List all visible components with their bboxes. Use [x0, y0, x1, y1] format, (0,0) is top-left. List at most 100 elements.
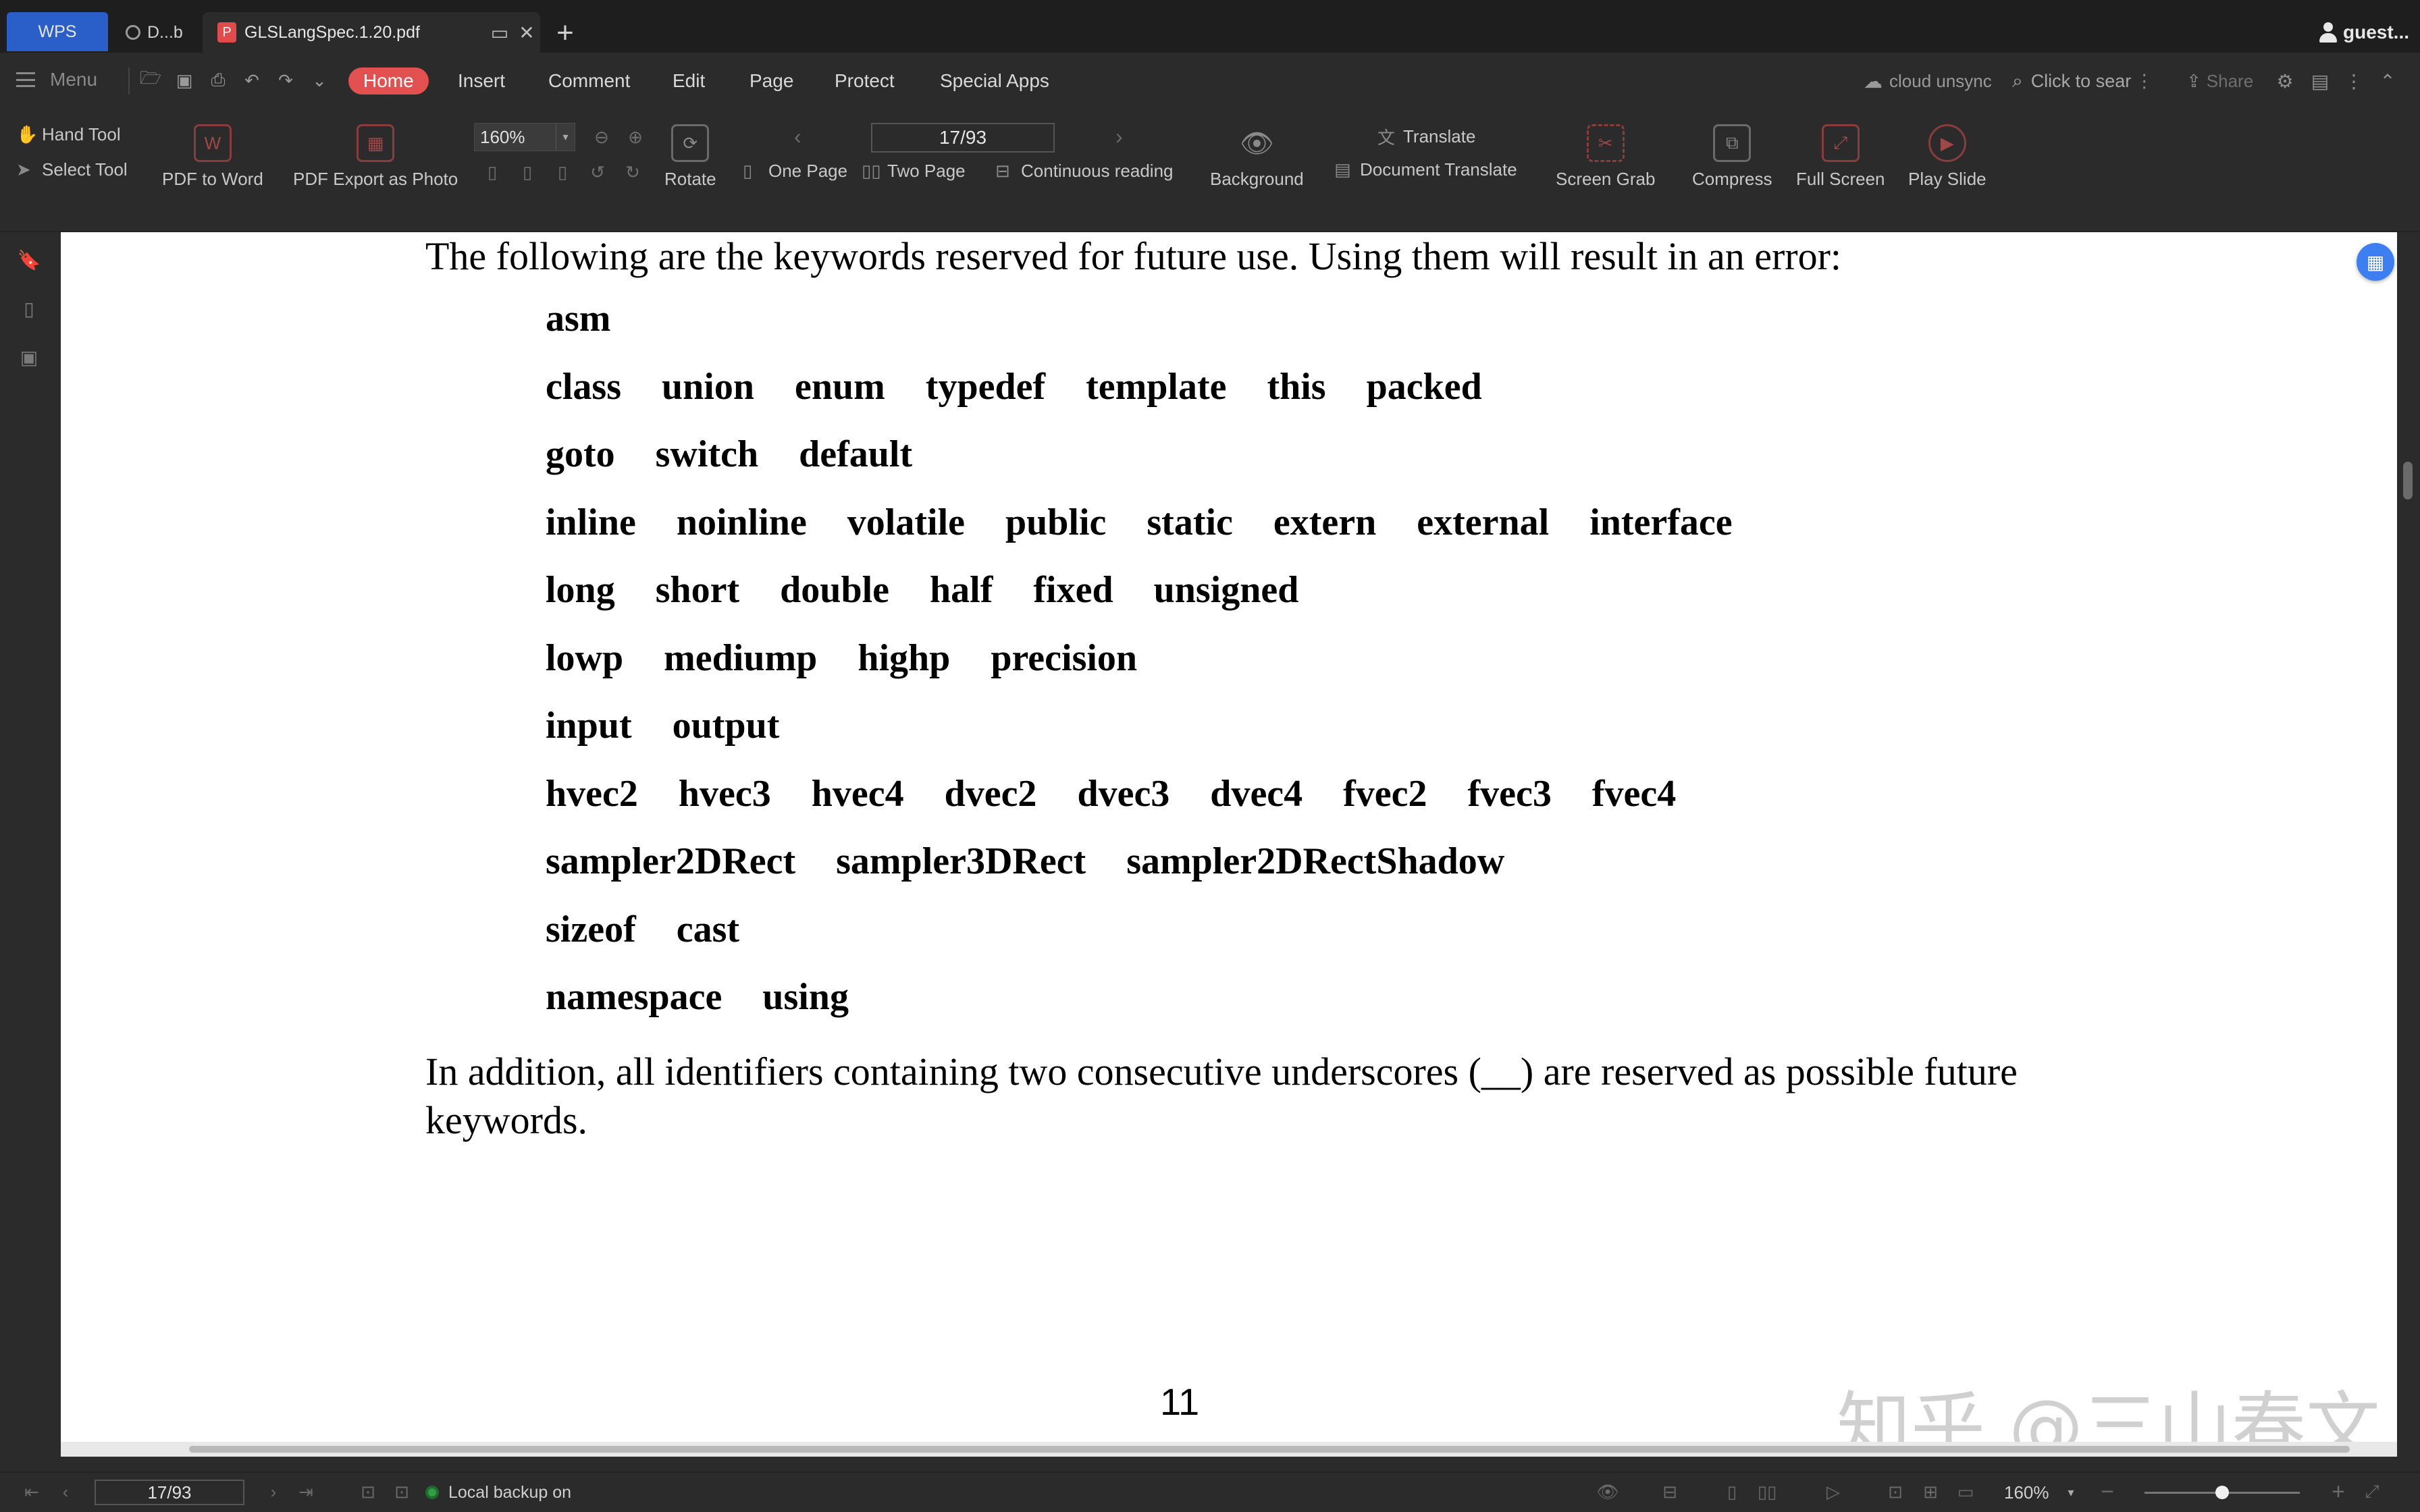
fit-page-icon[interactable]: ⊡	[1884, 1480, 1907, 1504]
save-icon[interactable]: ▣	[173, 69, 196, 92]
tab-document[interactable]: D...b	[115, 12, 199, 53]
reserved-keyword: external	[1417, 502, 1550, 543]
comment-icon[interactable]: ▤	[2307, 68, 2334, 94]
reserved-keyword: extern	[1273, 502, 1377, 543]
single-page-icon[interactable]: ▯	[1720, 1480, 1743, 1504]
select-tool-button[interactable]: ➤ Select Tool	[16, 159, 128, 180]
actual-size-icon[interactable]: ▯	[481, 161, 504, 184]
play-icon[interactable]: ▷	[1822, 1480, 1845, 1504]
redo-icon[interactable]: ↷	[274, 69, 297, 92]
keyword-row: asm	[546, 297, 651, 340]
vertical-scroll-thumb[interactable]	[2403, 462, 2413, 500]
fit-width-icon[interactable]: ⊟	[1658, 1480, 1681, 1504]
more-options-icon[interactable]: ⋮	[2340, 68, 2367, 94]
play-slide-button[interactable]: ▶ Play Slide	[1908, 124, 1987, 190]
pdf-to-word-button[interactable]: W PDF to Word	[162, 124, 263, 190]
keyword-row: hvec2 hvec3 hvec4 dvec2 dvec3 dvec4 fvec2 fvec3…	[546, 772, 1716, 815]
tab-wps-home[interactable]: WPS	[7, 12, 108, 51]
ribbon-tab-insert[interactable]: Insert	[458, 68, 505, 94]
print-icon[interactable]: ⎙	[207, 69, 230, 92]
fit-page-icon[interactable]: ▯	[516, 161, 539, 184]
previous-page-icon[interactable]: ‹	[54, 1480, 77, 1504]
first-page-icon[interactable]: ⇤	[20, 1480, 43, 1504]
zoom-in-icon[interactable]: +	[2327, 1479, 2350, 1505]
screen-grab-button[interactable]: ✂ Screen Grab	[1556, 124, 1655, 190]
close-tab-icon[interactable]: ✕	[513, 19, 540, 46]
zoom-select[interactable]: 160% ▾	[474, 123, 575, 151]
vertical-scrollbar[interactable]	[2397, 232, 2420, 1457]
search-box[interactable]: ⌕ Click to sear ⋮	[2012, 68, 2153, 94]
horizontal-scrollbar[interactable]	[61, 1442, 2397, 1457]
translate-button[interactable]: 文 Translate	[1377, 124, 1475, 149]
fit-width-icon[interactable]: ▯	[551, 161, 574, 184]
import-icon[interactable]: ⊡	[390, 1480, 413, 1504]
user-account-button[interactable]: guest...	[2319, 18, 2409, 47]
zoom-out-icon[interactable]: −	[2096, 1479, 2119, 1505]
eye-protection-icon[interactable]: 👁	[1596, 1480, 1619, 1504]
ribbon-tab-special-apps[interactable]: Special Apps	[940, 68, 1049, 94]
thumbnails-icon[interactable]: ▯	[18, 296, 41, 321]
attachments-icon[interactable]: ▣	[18, 344, 41, 370]
last-page-icon[interactable]: ⇥	[294, 1480, 317, 1504]
reserved-keyword: sampler2DRectShadow	[1126, 840, 1505, 882]
zoom-slider-knob[interactable]	[2215, 1486, 2229, 1499]
reserved-keyword: fvec2	[1343, 773, 1427, 815]
reserved-keyword: typedef	[925, 366, 1046, 408]
zoom-out-icon[interactable]: ⊖	[590, 126, 613, 148]
next-page-icon[interactable]: ›	[1115, 124, 1123, 149]
zoom-slider[interactable]	[2145, 1486, 2300, 1499]
one-page-icon: ▯	[743, 161, 753, 181]
bookmark-icon[interactable]: 🔖	[18, 247, 41, 273]
open-folder-icon[interactable]: 🗁	[139, 68, 162, 92]
rotate-left-icon[interactable]: ↺	[586, 161, 609, 184]
ribbon-tab-protect[interactable]: Protect	[835, 68, 895, 94]
floating-tool-button[interactable]: ▦	[2357, 243, 2394, 281]
compress-button[interactable]: ⧉ Compress	[1692, 124, 1772, 190]
tab-pdf-file[interactable]: P GLSLangSpec.1.20.pdf ▭ ✕	[203, 12, 540, 53]
reserved-keyword: hvec2	[546, 773, 638, 815]
cloud-sync-status[interactable]: ☁ cloud unsync	[1864, 68, 1992, 94]
share-button[interactable]: ⇪ Share	[2186, 68, 2253, 94]
hand-tool-button[interactable]: ✋ Hand Tool	[16, 124, 121, 145]
customize-quick-access-icon[interactable]: ⌄	[308, 69, 331, 92]
zoom-in-icon[interactable]: ⊕	[624, 126, 647, 148]
continuous-reading-button[interactable]: ⊟ Continuous reading	[995, 161, 1174, 182]
ribbon-tab-page[interactable]: Page	[749, 68, 793, 94]
main-menu-button[interactable]: Menu	[16, 65, 97, 94]
crop-icon[interactable]: ⊞	[1919, 1480, 1942, 1504]
reserved-keyword: output	[672, 705, 780, 747]
one-page-button[interactable]: ▯ One Page	[743, 161, 847, 182]
chevron-down-icon[interactable]: ▾	[556, 124, 575, 151]
settings-icon[interactable]: ⚙	[2271, 68, 2298, 94]
rotate-button[interactable]: ⟳ Rotate	[664, 124, 716, 190]
new-tab-button[interactable]: +	[548, 16, 582, 50]
rotate-right-icon[interactable]: ↻	[621, 161, 644, 184]
two-page-button[interactable]: ▯▯ Two Page	[862, 161, 966, 182]
ribbon-tab-edit[interactable]: Edit	[673, 68, 705, 94]
collapse-ribbon-icon[interactable]: ⌃	[2374, 68, 2401, 94]
document-viewer[interactable]: The following are the keywords reserved …	[61, 232, 2397, 1457]
export-icon[interactable]: ⊡	[357, 1480, 379, 1504]
status-zoom-select[interactable]: 160% ▾	[2004, 1480, 2074, 1505]
more-vertical-icon[interactable]: ⋮	[2135, 71, 2153, 92]
comment-view-icon[interactable]: ▭	[1954, 1480, 1977, 1504]
horizontal-scroll-thumb[interactable]	[189, 1446, 2350, 1453]
document-translate-icon: ▤	[1334, 159, 1351, 180]
double-page-icon[interactable]: ▯▯	[1756, 1480, 1779, 1504]
fullscreen-icon[interactable]: ⤢	[2361, 1480, 2384, 1504]
keyword-row: inline noinline volatile public static extern…	[546, 501, 1773, 544]
ribbon-tab-home[interactable]: Home	[348, 68, 429, 94]
full-screen-button[interactable]: ⤢ Full Screen	[1796, 124, 1885, 190]
status-page-input[interactable]: 17/93	[95, 1480, 244, 1505]
monitor-icon[interactable]: ▭	[486, 19, 513, 46]
local-backup-status[interactable]: Local backup on	[425, 1480, 571, 1505]
cursor-icon: ➤	[16, 159, 31, 180]
previous-page-icon[interactable]: ‹	[794, 124, 801, 149]
document-translate-button[interactable]: ▤ Document Translate	[1334, 159, 1517, 180]
undo-icon[interactable]: ↶	[240, 69, 263, 92]
background-button[interactable]: 👁 Background	[1210, 124, 1304, 190]
next-page-icon[interactable]: ›	[262, 1480, 285, 1504]
page-number-input[interactable]: 17/93	[871, 123, 1055, 153]
pdf-export-photo-button[interactable]: ▦ PDF Export as Photo	[293, 124, 458, 190]
ribbon-tab-comment[interactable]: Comment	[548, 68, 630, 94]
